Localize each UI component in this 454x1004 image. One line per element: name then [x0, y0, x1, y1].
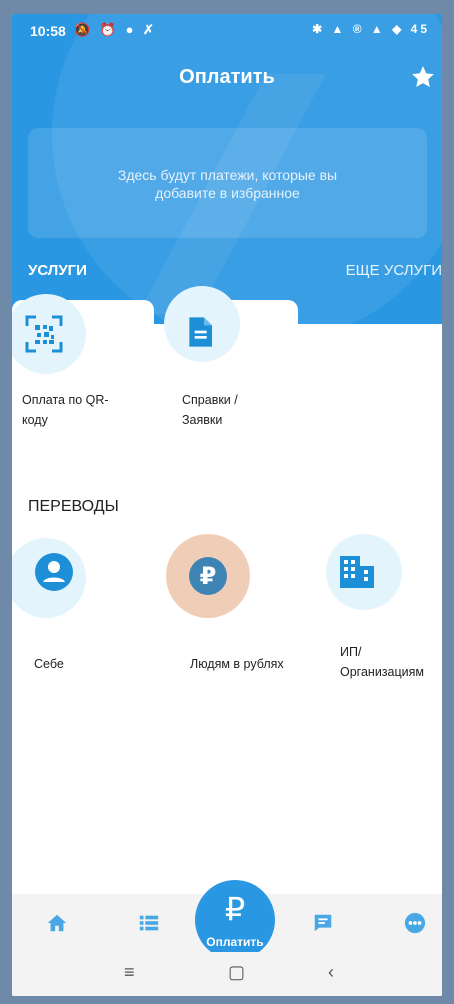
transfer-label-line1: ИП/ — [340, 645, 362, 659]
transfer-label-people-rubles: Людям в рублях — [190, 657, 284, 671]
screen: 10:58 🔕 ⏰ ● ✗ ✱ ▲ ® ▲ ◆ 45 Оплатить Здес… — [12, 14, 442, 996]
qr-code-icon — [25, 315, 63, 353]
list-icon[interactable] — [138, 912, 160, 934]
service-label-line2: коду — [22, 413, 48, 427]
service-card-documents[interactable]: Справки / Заявки — [164, 286, 298, 460]
pay-button-label: Оплатить — [206, 935, 264, 949]
transfer-card-organizations[interactable]: ИП/ Организациям — [326, 534, 442, 718]
service-label-line2: Заявки — [182, 413, 223, 427]
transfer-label-line2: Организациям — [340, 665, 424, 679]
services-heading: УСЛУГИ — [28, 262, 87, 279]
more-icon[interactable] — [404, 912, 426, 934]
service-label-line1: Оплата по QR- — [22, 393, 109, 407]
status-time: 10:58 — [30, 23, 66, 39]
service-label-line1: Справки / — [182, 393, 238, 407]
menu-nav-icon[interactable]: ≡ — [124, 962, 135, 983]
favorites-empty-panel: Здесь будут платежи, которые вы добавите… — [28, 128, 427, 238]
home-icon[interactable] — [46, 912, 68, 934]
service-label-documents: Справки / Заявки — [182, 390, 238, 430]
service-label-qr: Оплата по QR- коду — [22, 390, 109, 430]
ruble-icon: ₽ — [224, 890, 246, 928]
transfer-card-people-rubles[interactable]: ₽ Людям в рублях — [166, 534, 316, 718]
transfer-label-self: Себе — [34, 657, 64, 671]
service-card-qr[interactable]: Оплата по QR- коду — [12, 294, 154, 460]
favorites-empty-text: Здесь будут платежи, которые вы добавите… — [117, 167, 338, 201]
transfer-card-self[interactable]: Себе — [12, 538, 150, 718]
more-services-link[interactable]: ЕЩЕ УСЛУГИ — [346, 262, 442, 279]
ruble-icon: ₽ — [189, 557, 227, 595]
system-nav-bar: ≡ ▢ ‹ — [12, 952, 442, 996]
page-title: Оплатить — [179, 66, 275, 88]
document-icon — [189, 317, 212, 347]
building-icon — [340, 556, 374, 588]
favorite-star-icon[interactable] — [410, 64, 436, 90]
svg-text:₽: ₽ — [200, 562, 217, 590]
device-frame: 10:58 🔕 ⏰ ● ✗ ✱ ▲ ® ▲ ◆ 45 Оплатить Здес… — [0, 0, 454, 1004]
chat-icon[interactable] — [312, 912, 334, 934]
back-nav-icon[interactable]: ‹ — [328, 962, 334, 983]
transfer-label-organizations: ИП/ Организациям — [340, 642, 440, 682]
status-right-icons: ✱ ▲ ® ▲ ◆ 45 — [312, 22, 430, 36]
person-icon — [35, 553, 73, 591]
status-left-icons: 🔕 ⏰ ● ✗ — [74, 22, 157, 37]
status-bar: 10:58 🔕 ⏰ ● ✗ ✱ ▲ ® ▲ ◆ 45 — [12, 14, 442, 48]
home-nav-icon[interactable]: ▢ — [228, 962, 245, 983]
pay-button[interactable]: ₽ Оплатить — [195, 880, 275, 960]
transfers-heading: ПЕРЕВОДЫ — [28, 498, 119, 515]
header-background: 10:58 🔕 ⏰ ● ✗ ✱ ▲ ® ▲ ◆ 45 Оплатить Здес… — [12, 14, 442, 324]
